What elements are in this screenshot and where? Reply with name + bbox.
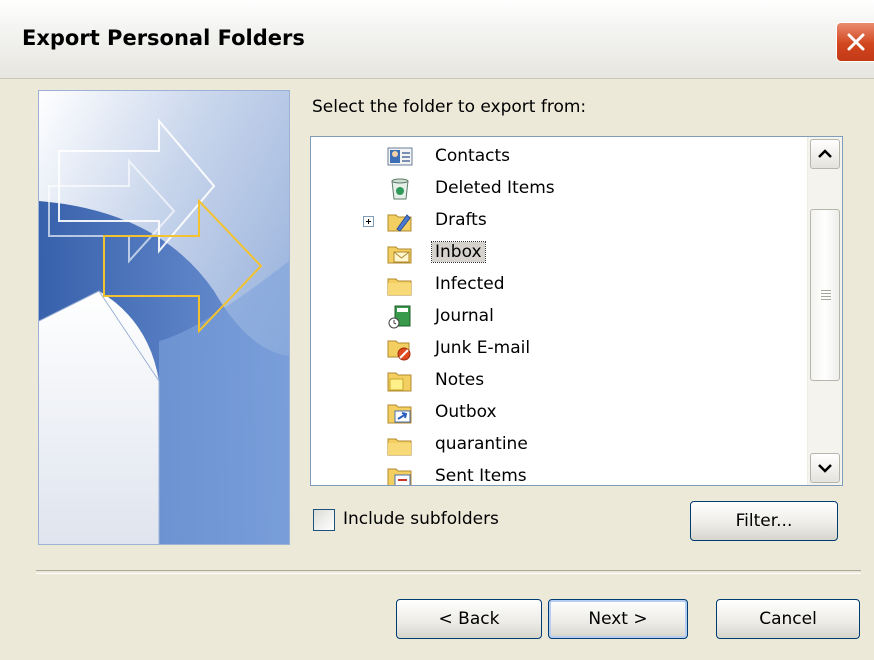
tree-item-label: Contacts [435,146,510,166]
tree-item-label: Outbox [435,402,497,422]
divider [36,570,861,574]
folder-icon [387,438,412,456]
inbox-folder-icon [387,246,412,264]
tree-item-label: Notes [435,370,485,390]
tree-item-journal[interactable]: Journal [311,301,801,333]
back-button[interactable]: < Back [396,599,542,639]
close-icon [847,33,865,51]
cancel-button[interactable]: Cancel [716,599,860,639]
tree-item-label: Inbox [431,241,486,263]
junk-email-folder-icon [387,340,411,361]
close-button[interactable] [836,22,874,62]
tree-item-junk-email[interactable]: Junk E-mail [311,333,801,365]
filter-button[interactable]: Filter... [690,501,838,541]
tree-item-label: Sent Items [435,466,527,486]
tree-item-infected[interactable]: Infected [311,269,801,301]
folder-prompt: Select the folder to export from: [312,97,587,117]
tree-item-contacts[interactable]: Contacts [311,141,801,173]
sent-items-folder-icon [387,468,412,485]
drafts-folder-icon [387,214,412,232]
tree-item-label: Deleted Items [435,178,555,198]
tree-item-drafts[interactable]: Drafts [311,205,801,237]
tree-item-label: Journal [435,306,494,326]
folder-tree[interactable]: Contacts Deleted Items Drafts Inbox Infe… [310,136,843,486]
chevron-up-icon [818,149,832,158]
tree-item-deleted-items[interactable]: Deleted Items [311,173,801,205]
dialog-title: Export Personal Folders [22,26,305,50]
folder-icon [387,278,412,296]
notes-icon [387,372,412,392]
include-subfolders-checkbox[interactable] [313,509,335,531]
tree-scrollbar[interactable] [807,137,842,485]
journal-icon [388,305,411,329]
export-dialog: Export Personal Folders Select the folde… [0,0,874,660]
contacts-icon [387,147,413,166]
wizard-banner-image [38,90,290,545]
include-subfolders-label[interactable]: Include subfolders [343,509,499,529]
tree-item-notes[interactable]: Notes [311,365,801,397]
outbox-folder-icon [387,404,412,424]
tree-item-label: Drafts [435,210,487,230]
chevron-down-icon [818,464,832,473]
tree-item-label: quarantine [435,434,528,454]
scroll-up-button[interactable] [810,139,840,169]
tree-item-sent-items[interactable]: Sent Items [311,461,801,486]
tree-item-quarantine[interactable]: quarantine [311,429,801,461]
tree-item-outbox[interactable]: Outbox [311,397,801,429]
tree-item-inbox[interactable]: Inbox [311,237,801,269]
scroll-down-button[interactable] [810,453,840,483]
next-button[interactable]: Next > [548,599,688,639]
tree-item-label: Junk E-mail [435,338,531,358]
title-bar[interactable]: Export Personal Folders [0,0,874,79]
expand-icon[interactable] [363,216,374,227]
deleted-items-icon [391,178,409,200]
tree-item-label: Infected [435,274,505,294]
scroll-thumb[interactable] [810,209,840,381]
